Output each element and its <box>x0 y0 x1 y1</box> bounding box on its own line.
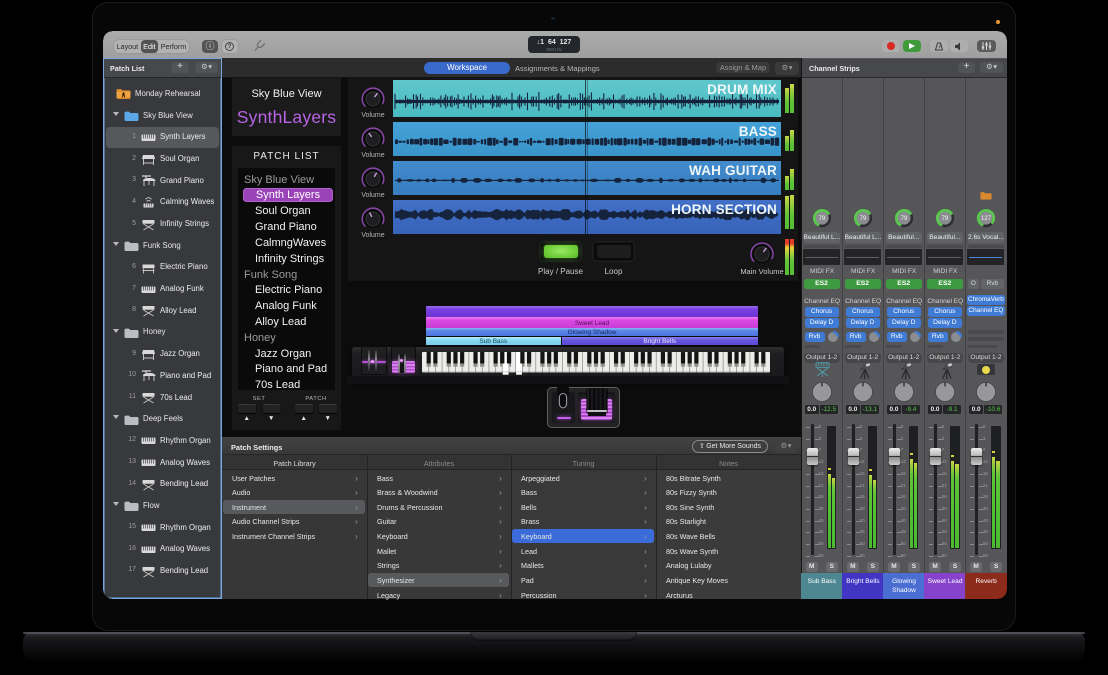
svg-text:79: 79 <box>901 216 908 222</box>
svg-text:79: 79 <box>819 216 826 222</box>
svg-text:79: 79 <box>942 216 949 222</box>
svg-text:127: 127 <box>981 216 992 222</box>
svg-text:79: 79 <box>860 216 867 222</box>
